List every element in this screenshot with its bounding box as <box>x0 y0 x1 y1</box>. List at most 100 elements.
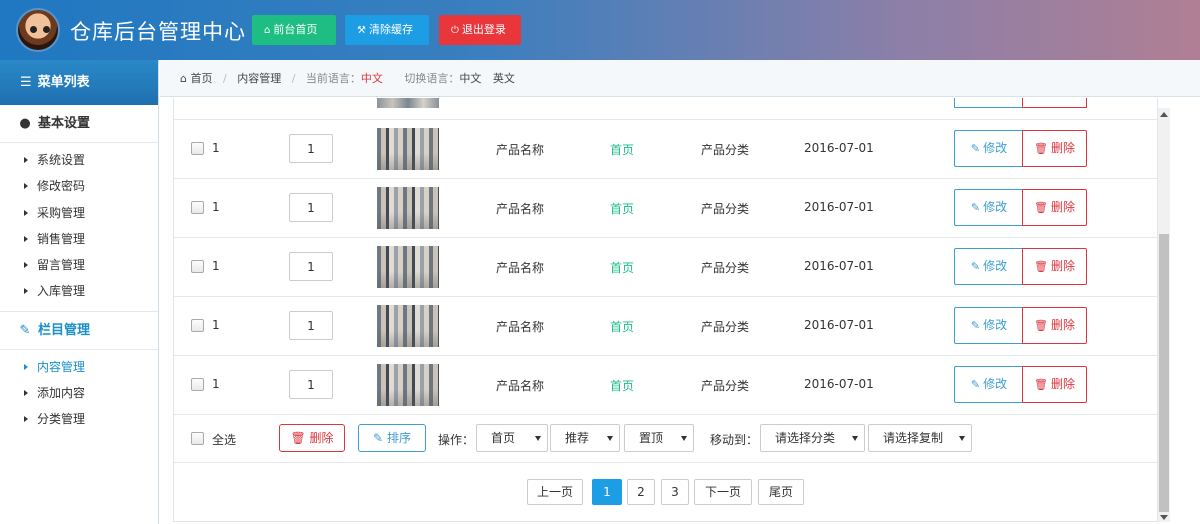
vertical-scrollbar[interactable] <box>1158 108 1170 522</box>
sort-order-input[interactable] <box>289 370 333 399</box>
row-checkbox[interactable] <box>191 201 204 214</box>
sort-order-input[interactable] <box>289 134 333 163</box>
home-icon: ⌂ <box>264 25 271 36</box>
switch-language-en[interactable]: 英文 <box>493 72 515 85</box>
sidebar-item-system-settings[interactable]: 系统设置 <box>0 147 158 173</box>
product-name: 产品名称 <box>496 261 545 275</box>
edit-icon: ✎ <box>373 431 384 445</box>
scroll-down-arrow-icon[interactable] <box>1160 515 1168 520</box>
scroll-up-arrow-icon[interactable] <box>1160 112 1168 117</box>
pagination-prev[interactable]: 上一页 <box>527 479 583 505</box>
logout-button[interactable]: ⏻ 退出登录 <box>439 15 521 45</box>
edit-icon: ✎ <box>970 201 981 214</box>
caret-right-icon <box>24 157 28 163</box>
move-category-select[interactable]: 请选择分类 <box>760 424 865 452</box>
power-icon: ⏻ <box>451 25 459 36</box>
caret-down-icon <box>535 436 541 441</box>
caret-right-icon <box>24 209 28 216</box>
sidebar-list-columns: 内容管理 添加内容 分类管理 <box>0 350 158 439</box>
delete-button[interactable]: 🗑 删除 <box>1022 248 1087 285</box>
sort-order-input[interactable] <box>289 193 333 222</box>
table-footer-actions: 全选 🗑 删除 ✎ 排序 操作： 首页 推荐 置顶 移动到： 请选择分类 请选择… <box>174 414 1157 463</box>
clear-cache-button[interactable]: ⚒ 清除缓存 <box>345 15 429 45</box>
caret-down-icon <box>959 436 965 441</box>
select-all-label: 全选 <box>212 433 237 447</box>
op-select-top[interactable]: 置顶 <box>624 424 694 452</box>
edit-icon: ✎ <box>970 260 981 273</box>
sidebar-item-category-management[interactable]: 分类管理 <box>0 406 158 432</box>
product-name: 产品名称 <box>496 320 545 334</box>
bulk-delete-button[interactable]: 🗑 删除 <box>279 424 345 452</box>
caret-right-icon <box>24 416 28 423</box>
avatar <box>16 8 60 52</box>
edit-button[interactable]: ✎ 修改 <box>954 307 1023 344</box>
frontend-home-button[interactable]: ⌂ 前台首页 <box>252 15 336 45</box>
scroll-thumb[interactable] <box>1159 234 1169 512</box>
select-all-checkbox[interactable] <box>191 432 204 445</box>
sidebar-group-column-management[interactable]: ✎ 栏目管理 <box>0 311 158 350</box>
caret-right-icon <box>24 262 28 269</box>
sidebar-item-purchase[interactable]: 采购管理 <box>0 200 158 226</box>
sidebar-item-add-content[interactable]: 添加内容 <box>0 380 158 406</box>
breadcrumb-home-link[interactable]: 首页 <box>190 72 212 85</box>
delete-button[interactable]: 🗑 删除 <box>1022 366 1087 403</box>
op-select-home[interactable]: 首页 <box>476 424 548 452</box>
breadcrumb-current[interactable]: 内容管理 <box>237 72 281 85</box>
pagination-page-2[interactable]: 2 <box>627 479 655 505</box>
sidebar-item-change-password[interactable]: 修改密码 <box>0 173 158 199</box>
sidebar-item-content-management[interactable]: 内容管理 <box>0 354 158 380</box>
sidebar-item-sales[interactable]: 销售管理 <box>0 226 158 252</box>
sidebar-item-stock-in[interactable]: 入库管理 <box>0 278 158 304</box>
caret-right-icon <box>24 363 28 370</box>
edit-button[interactable]: ✎ 修改 <box>954 366 1023 403</box>
delete-button-partial[interactable] <box>1022 98 1087 108</box>
sidebar-item-messages[interactable]: 留言管理 <box>0 252 158 278</box>
product-thumbnail <box>377 305 439 347</box>
trash-icon: 🗑 <box>1034 260 1048 273</box>
sidebar-group-basic-settings[interactable]: ● 基本设置 <box>0 105 158 143</box>
edit-button[interactable]: ✎ 修改 <box>954 248 1023 285</box>
trash-icon: 🗑 <box>1034 319 1048 332</box>
product-thumbnail <box>377 128 439 170</box>
pagination-last[interactable]: 尾页 <box>758 479 804 505</box>
edit-button[interactable]: ✎ 修改 <box>954 189 1023 226</box>
product-thumbnail <box>377 364 439 406</box>
list-icon: ☰ <box>20 75 32 90</box>
edit-button[interactable]: ✎ 修改 <box>954 130 1023 167</box>
row-checkbox[interactable] <box>191 260 204 273</box>
caret-right-icon <box>24 183 28 190</box>
product-category: 产品分类 <box>701 261 750 275</box>
row-id: 1 <box>212 377 220 391</box>
sort-button[interactable]: ✎ 排序 <box>358 424 426 452</box>
caret-right-icon <box>24 235 28 242</box>
current-language-value: 中文 <box>360 72 383 85</box>
delete-button[interactable]: 🗑 删除 <box>1022 307 1087 344</box>
product-name: 产品名称 <box>496 379 545 393</box>
copy-select[interactable]: 请选择复制 <box>868 424 972 452</box>
product-thumbnail <box>377 246 439 288</box>
site-title: 仓库后台管理中心 <box>70 20 246 44</box>
op-select-recommend[interactable]: 推荐 <box>550 424 620 452</box>
edit-button-partial[interactable] <box>954 98 1023 108</box>
row-id: 1 <box>212 318 220 332</box>
display-position: 首页 <box>610 320 635 334</box>
sort-order-input[interactable] <box>289 311 333 340</box>
delete-button[interactable]: 🗑 删除 <box>1022 130 1087 167</box>
move-to-label: 移动到： <box>710 433 759 447</box>
row-checkbox[interactable] <box>191 378 204 391</box>
pagination-page-1[interactable]: 1 <box>592 479 622 505</box>
product-category: 产品分类 <box>701 143 750 157</box>
row-checkbox[interactable] <box>191 142 204 155</box>
delete-button[interactable]: 🗑 删除 <box>1022 189 1087 226</box>
sort-order-input[interactable] <box>289 252 333 281</box>
edit-icon: ✎ <box>970 378 981 391</box>
pagination-next[interactable]: 下一页 <box>694 479 752 505</box>
user-icon: ● <box>19 116 31 131</box>
product-category: 产品分类 <box>701 320 750 334</box>
operation-label: 操作： <box>438 433 475 447</box>
row-checkbox[interactable] <box>191 319 204 332</box>
switch-language-zh[interactable]: 中文 <box>459 72 481 85</box>
pagination-page-3[interactable]: 3 <box>661 479 689 505</box>
caret-right-icon <box>24 390 28 397</box>
row-id: 1 <box>212 259 220 273</box>
